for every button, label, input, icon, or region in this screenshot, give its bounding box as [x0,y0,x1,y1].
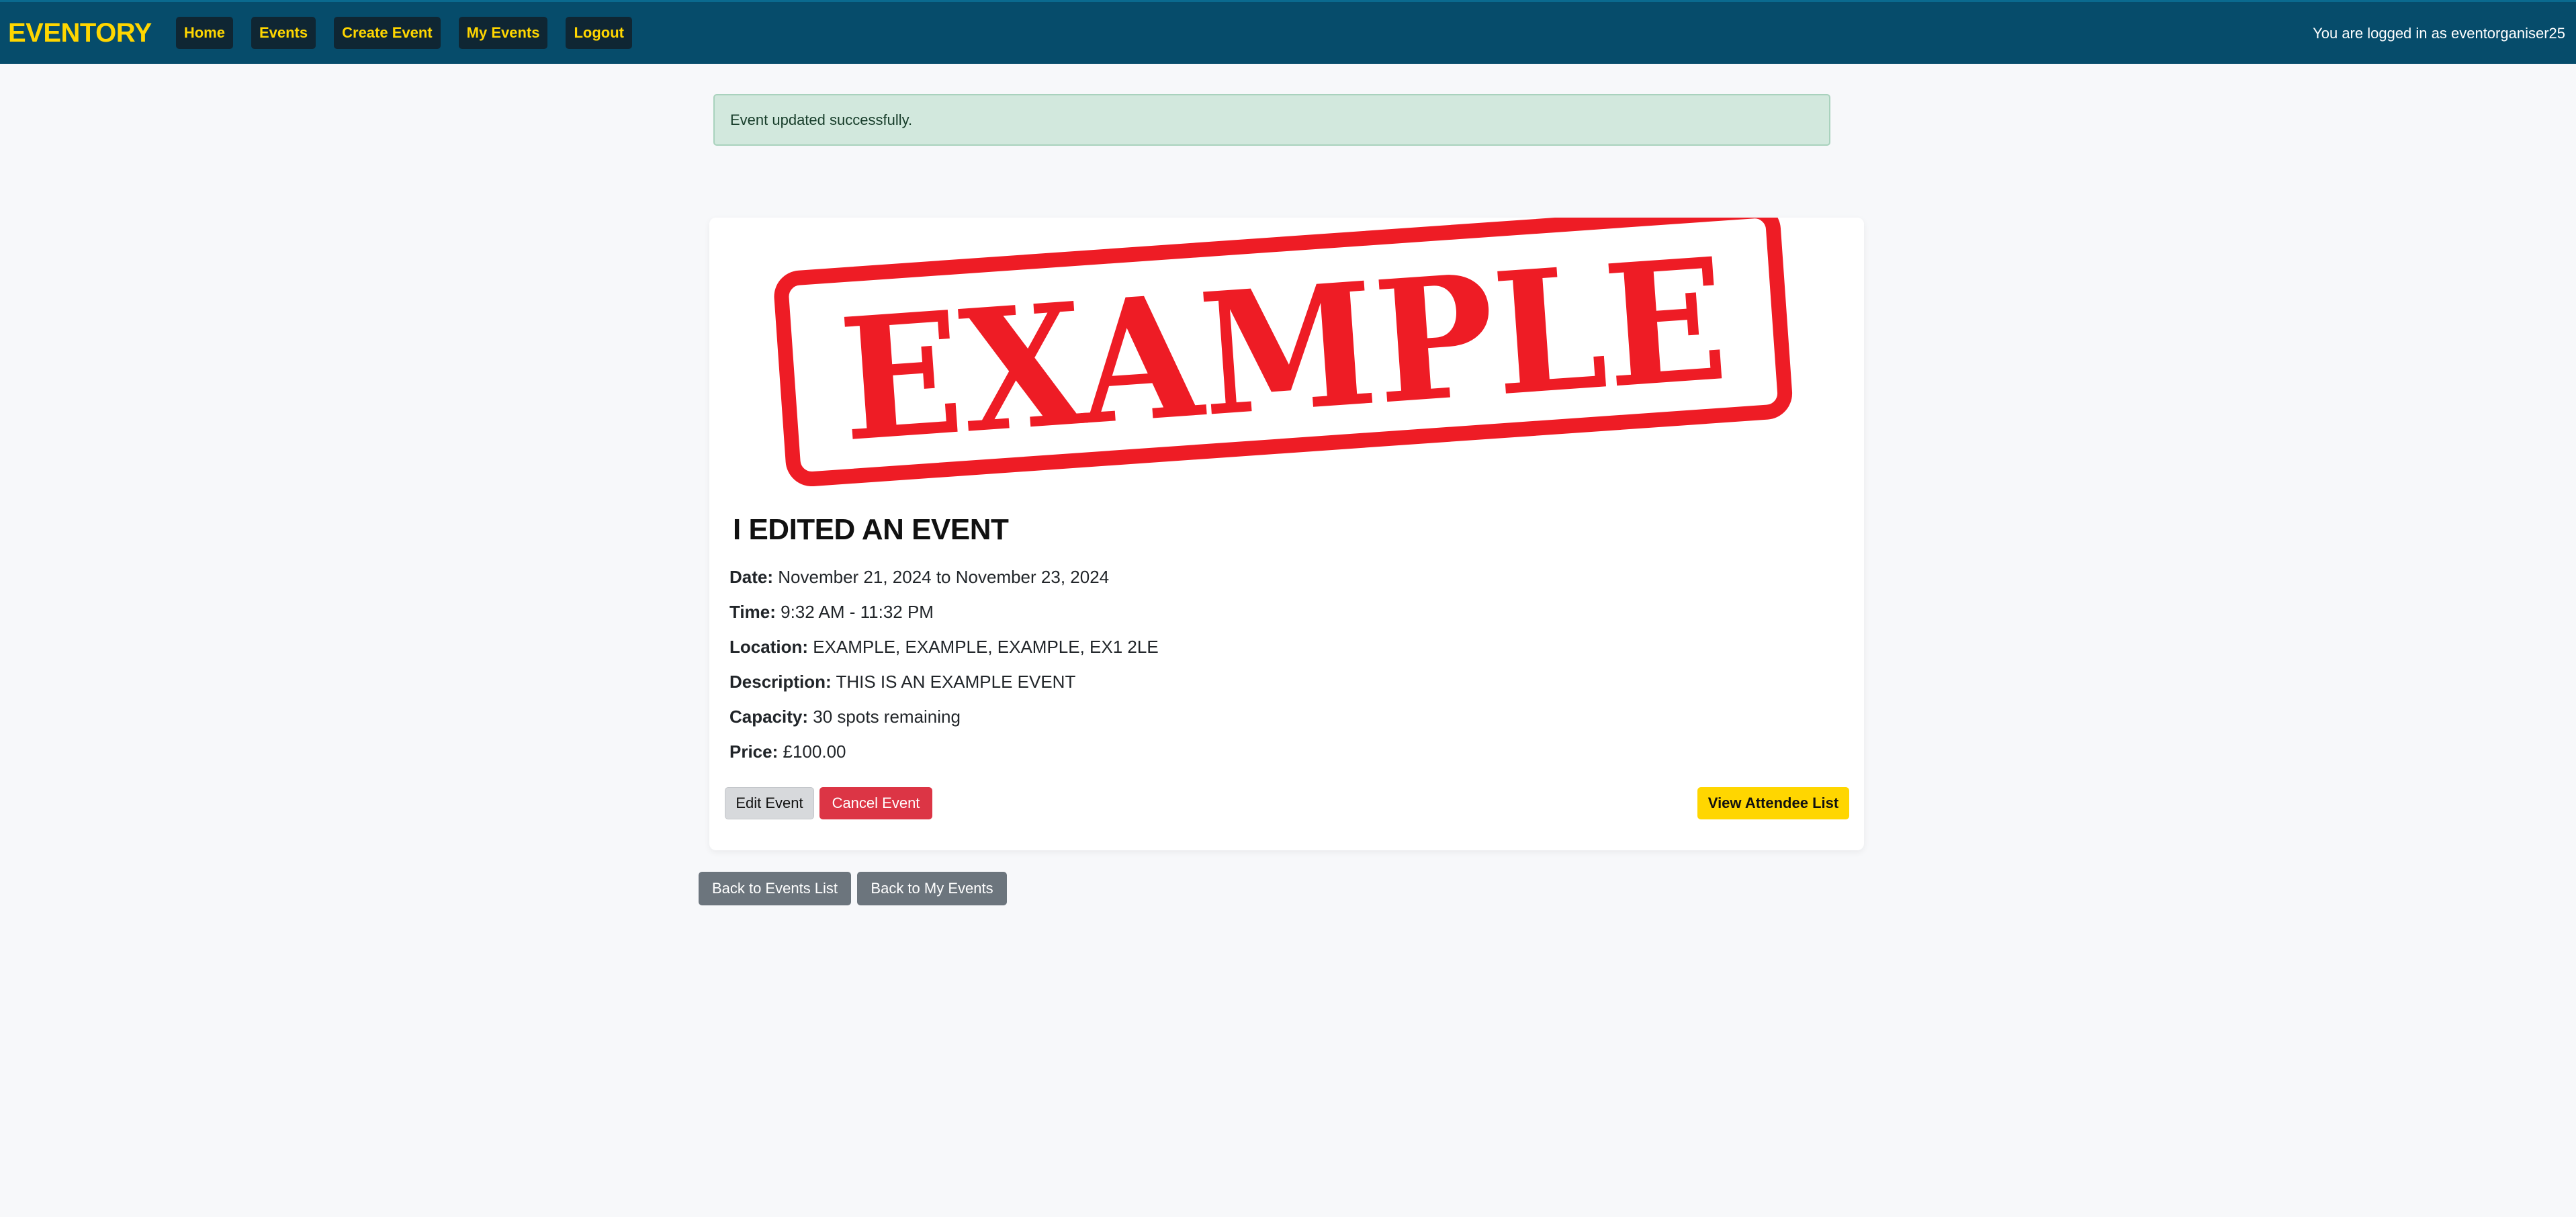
capacity-label: Capacity: [729,707,809,727]
event-time: Time: 9:32 AM - 11:32 PM [729,602,934,623]
example-stamp-image: EXAMPLE [774,218,1793,486]
time-value: 9:32 AM - 11:32 PM [781,602,934,622]
nav-home-button[interactable]: Home [175,17,233,49]
login-status: You are logged in as eventorganiser25 [2313,25,2565,42]
edit-event-button[interactable]: Edit Event [725,787,814,819]
event-location: Location: EXAMPLE, EXAMPLE, EXAMPLE, EX1… [729,637,1159,658]
event-price: Price: £100.00 [729,741,846,762]
date-label: Date: [729,567,774,587]
price-label: Price: [729,741,779,762]
brand-logo[interactable]: EVENTORY [8,18,152,48]
back-to-my-events-button[interactable]: Back to My Events [857,872,1007,905]
time-label: Time: [729,602,776,622]
nav-my-events-button[interactable]: My Events [458,17,548,49]
event-image: EXAMPLE [709,218,1864,486]
nav-events-button[interactable]: Events [251,17,316,49]
nav-create-event-button[interactable]: Create Event [334,17,441,49]
event-capacity: Capacity: 30 spots remaining [729,707,961,727]
cancel-event-button[interactable]: Cancel Event [819,787,932,819]
event-card: EXAMPLE I EDITED AN EVENT Date: November… [709,218,1864,850]
date-value: November 21, 2024 to November 23, 2024 [778,567,1110,587]
event-description: Description: THIS IS AN EXAMPLE EVENT [729,672,1075,692]
location-label: Location: [729,637,808,657]
back-to-events-list-button[interactable]: Back to Events List [699,872,851,905]
success-alert: Event updated successfully. [713,94,1830,146]
capacity-value: 30 spots remaining [813,707,961,727]
description-label: Description: [729,672,832,692]
top-navbar: EVENTORY Home Events Create Event My Eve… [0,0,2576,64]
description-value: THIS IS AN EXAMPLE EVENT [836,672,1076,692]
view-attendee-list-button[interactable]: View Attendee List [1697,787,1849,819]
nav-logout-button[interactable]: Logout [566,17,632,49]
location-value: EXAMPLE, EXAMPLE, EXAMPLE, EX1 2LE [813,637,1159,657]
event-date: Date: November 21, 2024 to November 23, … [729,567,1109,588]
event-title: I EDITED AN EVENT [733,513,1009,546]
price-value: £100.00 [783,741,846,762]
alert-message: Event updated successfully. [730,111,913,128]
